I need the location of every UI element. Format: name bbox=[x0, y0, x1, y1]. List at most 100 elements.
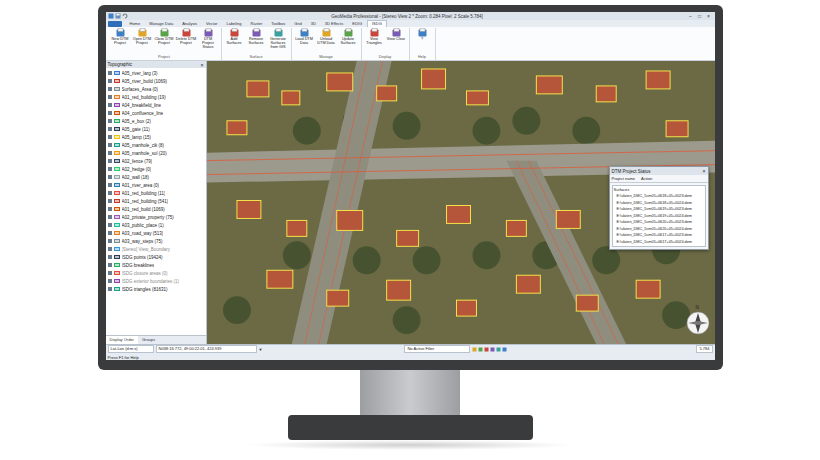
legend-item[interactable]: A05_manhole_sol (20) bbox=[108, 149, 204, 157]
file-row[interactable]: E:\ulaten_DMC_5cm05+0619+05+0023.dem bbox=[614, 206, 704, 213]
legend-item[interactable]: A05_e_box (2) bbox=[108, 117, 204, 125]
legend-item[interactable]: ISDG breaklines bbox=[108, 261, 204, 269]
ribbon-button[interactable]: Add Surfaces bbox=[224, 28, 245, 55]
status-tool-icon[interactable] bbox=[502, 347, 507, 352]
file-row[interactable]: E:\ulaten_DMC_5cm05+0618+05+0024.dem bbox=[614, 200, 704, 207]
ribbon-button[interactable]: Remove Surfaces bbox=[246, 28, 267, 55]
status-tool-icon[interactable] bbox=[472, 347, 477, 352]
ribbon-tab[interactable]: Raster bbox=[247, 21, 267, 27]
ribbon-button[interactable]: Update Surfaces bbox=[338, 28, 359, 55]
status-tool-icon[interactable] bbox=[484, 347, 489, 352]
checkbox[interactable] bbox=[108, 239, 112, 243]
coordinate-system-select[interactable]: Lat-Lon (d:m:s) bbox=[108, 345, 154, 353]
ribbon-button[interactable]: Generate Surfaces from GIS bbox=[268, 28, 289, 55]
checkbox[interactable] bbox=[108, 127, 112, 131]
checkbox[interactable] bbox=[108, 87, 112, 91]
app-icon[interactable] bbox=[108, 13, 114, 19]
legend-item[interactable]: ISDG points (19424) bbox=[108, 253, 204, 261]
dropdown-button[interactable]: ▼ bbox=[259, 347, 263, 352]
legend-item[interactable]: A01_red_build (1069) bbox=[108, 205, 204, 213]
checkbox[interactable] bbox=[108, 183, 112, 187]
file-menu-button[interactable] bbox=[108, 21, 122, 27]
legend-item[interactable]: A02_wall (18) bbox=[108, 173, 204, 181]
ribbon-button[interactable]: View Triangles bbox=[364, 28, 385, 55]
legend-tab[interactable]: Groups bbox=[138, 336, 159, 344]
checkbox[interactable] bbox=[108, 135, 112, 139]
close-button[interactable]: × bbox=[201, 62, 204, 68]
legend-item[interactable]: A05_gate (11) bbox=[108, 125, 204, 133]
ribbon-tab[interactable]: 3D bbox=[307, 21, 320, 27]
close-button[interactable]: × bbox=[703, 168, 706, 174]
save-icon[interactable] bbox=[115, 13, 121, 19]
legend-item[interactable]: A04_breakfield_line bbox=[108, 101, 204, 109]
legend-item[interactable]: A05_river_larg (3) bbox=[108, 69, 204, 77]
checkbox[interactable] bbox=[108, 103, 112, 107]
filter-field[interactable]: No Active Filter bbox=[404, 345, 470, 353]
legend-item[interactable]: A01_red_building (19) bbox=[108, 93, 204, 101]
ribbon-tab[interactable]: 3D Effects bbox=[321, 21, 347, 27]
checkbox[interactable] bbox=[108, 143, 112, 147]
checkbox[interactable] bbox=[108, 215, 112, 219]
ribbon-tab[interactable]: Analysis bbox=[178, 21, 201, 27]
legend-item[interactable]: A05_river_build (1069) bbox=[108, 77, 204, 85]
legend-item[interactable]: A02_private_property (75) bbox=[108, 213, 204, 221]
ribbon-button[interactable]: DTM Project Status bbox=[198, 28, 219, 55]
navigation-control[interactable]: N bbox=[685, 306, 711, 336]
file-row[interactable]: E:\ulaten_DMC_5cm05+0620+05+0023.dem bbox=[614, 219, 704, 226]
checkbox[interactable] bbox=[108, 287, 112, 291]
ribbon-tab[interactable]: Labeling bbox=[222, 21, 245, 27]
ribbon-button[interactable]: ? bbox=[412, 28, 433, 55]
ribbon-button[interactable]: Delete DTM Project bbox=[176, 28, 197, 55]
checkbox[interactable] bbox=[108, 263, 112, 267]
legend-item[interactable]: A05_manhole_cik (8) bbox=[108, 141, 204, 149]
legend-item[interactable]: A01_red_building (541) bbox=[108, 197, 204, 205]
legend-item[interactable]: A02_fence (79) bbox=[108, 157, 204, 165]
ribbon-tab[interactable]: EDIG bbox=[348, 21, 366, 27]
legend-item[interactable]: Surfaces_Area (0) bbox=[108, 85, 204, 93]
legend-item[interactable]: A03_public_place (1) bbox=[108, 221, 204, 229]
map-view[interactable]: DTM Project Status×Project nameActionSur… bbox=[207, 61, 715, 344]
checkbox[interactable] bbox=[108, 79, 112, 83]
legend-item[interactable]: ISDG triangles (81631) bbox=[108, 285, 204, 293]
ribbon-tab[interactable]: ISDG bbox=[367, 20, 387, 27]
checkbox[interactable] bbox=[108, 159, 112, 163]
legend-item[interactable]: ISDG closure areas (0) bbox=[108, 269, 204, 277]
file-row[interactable]: E:\ulaten_DMC_5cm05+0619+05+0024.dem bbox=[614, 213, 704, 220]
checkbox[interactable] bbox=[108, 199, 112, 203]
checkbox[interactable] bbox=[108, 71, 112, 75]
ribbon-tab[interactable]: Toolbox bbox=[267, 21, 289, 27]
ribbon-tab[interactable]: Vector bbox=[202, 21, 221, 27]
checkbox[interactable] bbox=[108, 255, 112, 259]
ribbon-button[interactable]: Unload DTM Data bbox=[316, 28, 337, 55]
ribbon-button[interactable]: Open DTM Project bbox=[132, 28, 153, 55]
checkbox[interactable] bbox=[108, 247, 112, 251]
checkbox[interactable] bbox=[108, 191, 112, 195]
checkbox[interactable] bbox=[108, 95, 112, 99]
ribbon-button[interactable]: View Clear bbox=[386, 28, 407, 55]
legend-item[interactable]: A03_way_steps (75) bbox=[108, 237, 204, 245]
undo-icon[interactable] bbox=[122, 13, 128, 19]
file-row[interactable]: E:\ulaten_DMC_5cm05+0618+05+0023.dem bbox=[614, 193, 704, 200]
status-tool-icon[interactable] bbox=[490, 347, 495, 352]
status-tool-icon[interactable] bbox=[496, 347, 501, 352]
legend-item[interactable]: A05_lamp (15) bbox=[108, 133, 204, 141]
legend-item[interactable]: A02_hedge (0) bbox=[108, 165, 204, 173]
window-control-button[interactable]: × bbox=[705, 13, 713, 20]
legend-item[interactable]: A03_road_way (513) bbox=[108, 229, 204, 237]
checkbox[interactable] bbox=[108, 271, 112, 275]
ribbon-button[interactable]: Load DTM Data bbox=[294, 28, 315, 55]
legend-item[interactable]: A04_confluence_line bbox=[108, 109, 204, 117]
file-row[interactable]: E:\ulaten_DMC_5cm05+0617+05+0024.dem bbox=[614, 239, 704, 246]
ribbon-tab[interactable]: Manage Data bbox=[145, 21, 177, 27]
ribbon-tab[interactable]: Grid bbox=[290, 21, 306, 27]
column-header[interactable]: Action bbox=[641, 176, 652, 181]
ribbon-button[interactable]: New DTM Project bbox=[110, 28, 131, 55]
status-tool-icon[interactable] bbox=[478, 347, 483, 352]
window-control-button[interactable]: – bbox=[687, 13, 695, 20]
legend-item[interactable]: A01_river_area (0) bbox=[108, 181, 204, 189]
checkbox[interactable] bbox=[108, 207, 112, 211]
checkbox[interactable] bbox=[108, 151, 112, 155]
legend-item[interactable]: [Stereo] View_Boundary bbox=[108, 245, 204, 253]
column-header[interactable]: Project name bbox=[612, 176, 636, 181]
file-row[interactable]: E:\ulaten_DMC_5cm05+0620+05+0024.dem bbox=[614, 226, 704, 233]
